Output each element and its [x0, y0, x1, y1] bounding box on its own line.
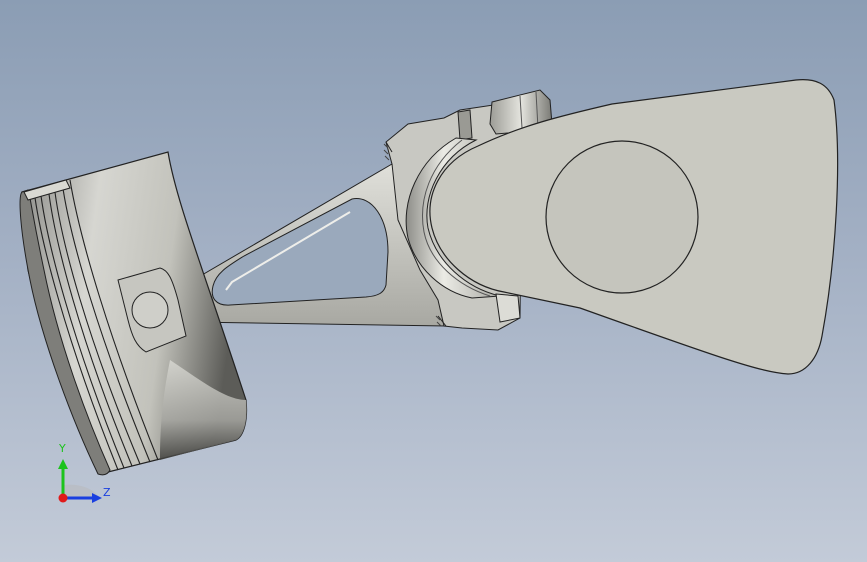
z-axis-label: Z — [103, 486, 111, 499]
graphics-viewport[interactable]: Y Z — [0, 0, 867, 562]
crankpin-face[interactable] — [545, 140, 699, 294]
coordinate-triad — [58, 459, 102, 503]
rod-lightening-window — [211, 198, 389, 306]
y-axis-label: Y — [59, 442, 66, 455]
piston-assembly-model[interactable] — [0, 0, 867, 562]
piston-pin[interactable] — [131, 291, 169, 329]
piston[interactable] — [19, 151, 248, 476]
x-axis-dot — [58, 493, 68, 503]
